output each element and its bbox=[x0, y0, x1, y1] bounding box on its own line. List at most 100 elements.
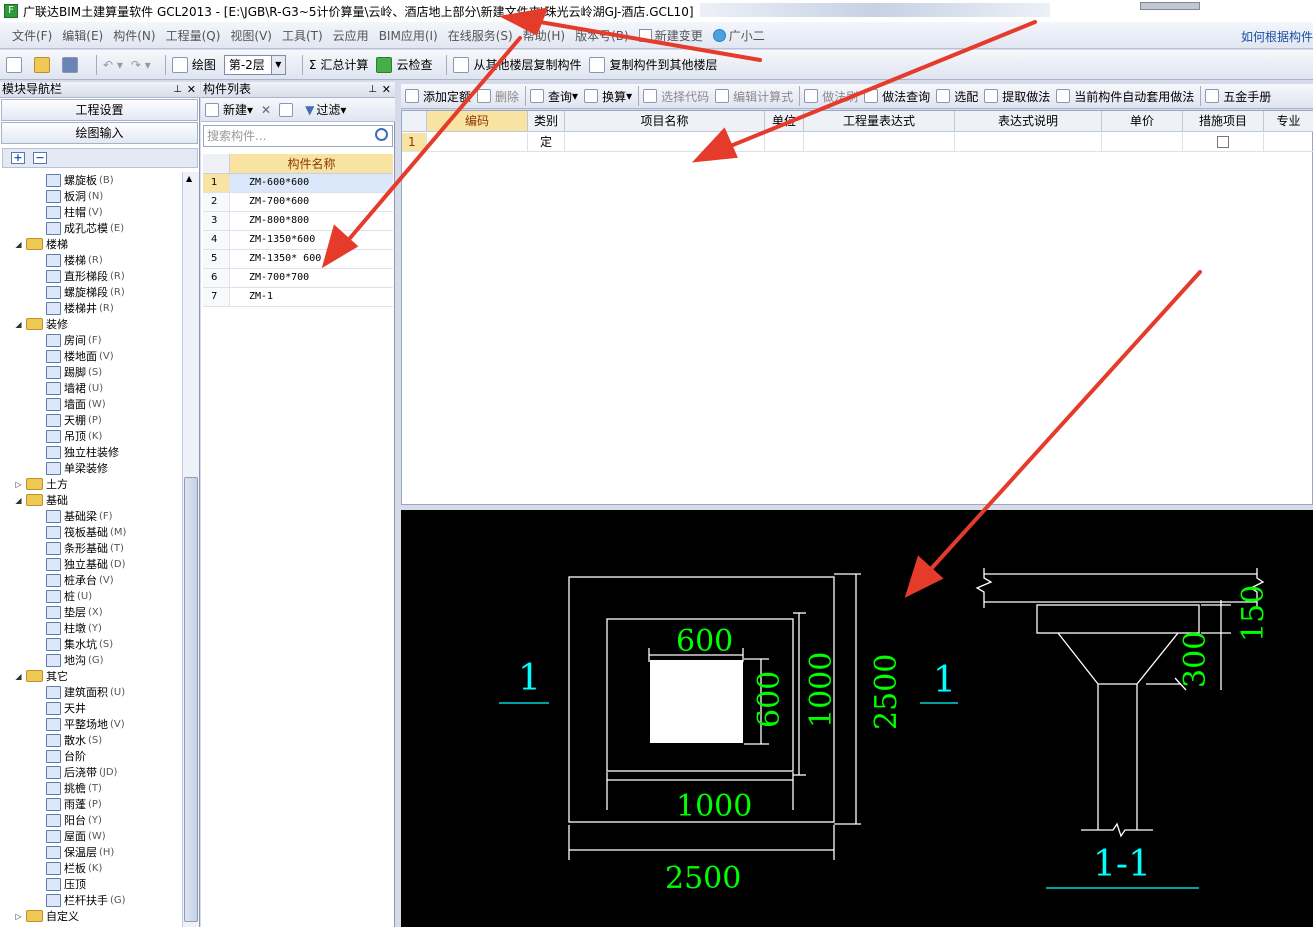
code-cell[interactable] bbox=[427, 133, 528, 151]
quantity-column-header[interactable]: 类别 bbox=[528, 111, 565, 131]
scroll-thumb[interactable] bbox=[184, 477, 198, 922]
method-toolbar-button[interactable]: 当前构件自动套用做法 bbox=[1056, 88, 1194, 105]
tree-item[interactable]: 天井 bbox=[46, 700, 86, 716]
tree-item[interactable]: 楼地面 (V) bbox=[46, 348, 114, 364]
tree-item[interactable]: 雨蓬 (P) bbox=[46, 796, 102, 812]
menu-item[interactable]: 广小二 bbox=[712, 27, 765, 44]
project-settings-button[interactable]: 工程设置 bbox=[1, 99, 198, 121]
tree-item[interactable]: 散水 (S) bbox=[46, 732, 102, 748]
tree-item[interactable]: 压顶 bbox=[46, 876, 86, 892]
expand-arrow-icon[interactable]: ▷ bbox=[14, 480, 23, 489]
tree-item[interactable]: 柱墩 (Y) bbox=[46, 620, 102, 636]
collapse-arrow-icon[interactable]: ◢ bbox=[14, 320, 23, 329]
sum-button[interactable]: Σ 汇总计算 bbox=[309, 56, 369, 73]
tree-item[interactable]: 台阶 bbox=[46, 748, 86, 764]
cloud-check-button[interactable]: 云检查 bbox=[376, 56, 432, 73]
tree-item[interactable]: 筏板基础 (M) bbox=[46, 524, 126, 540]
menu-item[interactable]: 帮助(H) bbox=[523, 27, 565, 44]
tree-item[interactable]: 基础梁 (F) bbox=[46, 508, 113, 524]
menu-item[interactable]: 新建变更 bbox=[638, 27, 703, 44]
component-row[interactable]: 5 ZM-1350* 600 bbox=[203, 250, 393, 269]
quantity-column-header[interactable]: 单位 bbox=[765, 111, 804, 131]
tree-item[interactable]: 栏板 (K) bbox=[46, 860, 102, 876]
copy-component-button[interactable] bbox=[279, 102, 297, 117]
draw-button[interactable]: 绘图 bbox=[171, 56, 216, 73]
quantity-column-header[interactable]: 工程量表达式 bbox=[804, 111, 955, 131]
menu-item[interactable]: 版本号(B) bbox=[575, 27, 629, 44]
tree-item[interactable]: 独立柱装修 bbox=[46, 444, 119, 460]
tree-item[interactable]: 墙面 (W) bbox=[46, 396, 106, 412]
undo-button[interactable]: ↶ ▾ bbox=[103, 58, 123, 72]
expression-cell[interactable] bbox=[804, 133, 955, 151]
method-toolbar-button[interactable]: 五金手册 bbox=[1205, 88, 1271, 105]
tree-item[interactable]: 踢脚 (S) bbox=[46, 364, 102, 380]
delete-component-button[interactable]: ✕ bbox=[261, 103, 271, 117]
quantity-column-header[interactable]: 单价 bbox=[1102, 111, 1183, 131]
tree-scrollbar[interactable]: ▲ bbox=[182, 172, 199, 927]
tree-item[interactable]: 楼梯 (R) bbox=[46, 252, 103, 268]
type-cell[interactable]: 定 bbox=[528, 133, 565, 151]
tree-item[interactable]: 地沟 (G) bbox=[46, 652, 104, 668]
unit-cell[interactable] bbox=[765, 133, 804, 151]
quantity-column-header[interactable]: 编码 bbox=[427, 111, 528, 131]
quantity-table-row[interactable]: 1 定 bbox=[402, 133, 1313, 152]
quantity-column-header[interactable]: 专业 bbox=[1264, 111, 1313, 131]
collapse-arrow-icon[interactable]: ◢ bbox=[14, 240, 23, 249]
method-toolbar-button[interactable]: 编辑计算式 bbox=[715, 88, 793, 105]
component-row[interactable]: 1 ZM-600*600 bbox=[203, 174, 393, 193]
pin-icon[interactable]: ⊥ bbox=[173, 82, 182, 97]
tree-item[interactable]: 板洞 (N) bbox=[46, 188, 103, 204]
method-toolbar-button[interactable]: 换算 ▾ bbox=[584, 88, 632, 105]
item-name-cell[interactable] bbox=[565, 133, 765, 151]
menu-item[interactable]: 工具(T) bbox=[282, 27, 323, 44]
tree-item[interactable]: 栏杆扶手 (G) bbox=[46, 892, 126, 908]
help-link[interactable]: 如何根据构件 bbox=[1241, 28, 1313, 45]
menu-item[interactable]: 云应用 bbox=[333, 27, 369, 44]
tree-item[interactable]: 独立基础 (D) bbox=[46, 556, 126, 572]
menu-item[interactable]: BIM应用(I) bbox=[379, 27, 438, 44]
open-file-button[interactable] bbox=[34, 56, 54, 73]
tree-item[interactable]: 楼梯井 (R) bbox=[46, 300, 114, 316]
window-controls[interactable] bbox=[1140, 2, 1200, 10]
draw-input-button[interactable]: 绘图输入 bbox=[1, 122, 198, 144]
close-icon[interactable]: ✕ bbox=[382, 82, 391, 97]
tree-item[interactable]: 挑檐 (T) bbox=[46, 780, 102, 796]
measure-checkbox[interactable] bbox=[1217, 136, 1229, 148]
tree-item[interactable]: 螺旋板 (B) bbox=[46, 172, 114, 188]
floor-select[interactable]: 第-2层 ▼ bbox=[223, 54, 286, 75]
scroll-up-icon[interactable]: ▲ bbox=[186, 174, 192, 183]
pin-icon[interactable]: ⊥ bbox=[368, 82, 377, 97]
tree-item[interactable]: 屋面 (W) bbox=[46, 828, 106, 844]
tree-group[interactable]: ▷ 自定义 bbox=[14, 908, 79, 924]
expression-desc-cell[interactable] bbox=[955, 133, 1102, 151]
tree-item[interactable]: 直形梯段 (R) bbox=[46, 268, 125, 284]
component-row[interactable]: 2 ZM-700*600 bbox=[203, 193, 393, 212]
tree-group[interactable]: ◢ 基础 bbox=[14, 492, 68, 508]
component-row[interactable]: 6 ZM-700*700 bbox=[203, 269, 393, 288]
copy-from-floor-button[interactable]: 从其他楼层复制构件 bbox=[453, 56, 581, 73]
tree-item[interactable]: 建筑面积 (U) bbox=[46, 684, 125, 700]
save-button[interactable] bbox=[62, 56, 82, 73]
component-row[interactable]: 7 ZM-1 bbox=[203, 288, 393, 307]
tree-item[interactable]: 天棚 (P) bbox=[46, 412, 102, 428]
tree-item[interactable]: 垫层 (X) bbox=[46, 604, 103, 620]
filter-button[interactable]: ▼ 过滤 ▾ bbox=[305, 101, 346, 118]
quantity-column-header[interactable]: 措施项目 bbox=[1183, 111, 1264, 131]
tree-item[interactable]: 后浇带 (JD) bbox=[46, 764, 117, 780]
quantity-column-header[interactable]: 项目名称 bbox=[565, 111, 765, 131]
method-toolbar-button[interactable]: 添加定额 bbox=[405, 88, 471, 105]
profession-cell[interactable] bbox=[1264, 133, 1313, 151]
component-row[interactable]: 3 ZM-800*800 bbox=[203, 212, 393, 231]
tree-item[interactable]: 桩承台 (V) bbox=[46, 572, 114, 588]
tree-group[interactable]: ▷ 土方 bbox=[14, 476, 68, 492]
menu-item[interactable]: 在线服务(S) bbox=[448, 27, 513, 44]
component-row[interactable]: 4 ZM-1350*600 bbox=[203, 231, 393, 250]
expand-arrow-icon[interactable]: ▷ bbox=[14, 912, 23, 921]
tree-item[interactable]: 墙裙 (U) bbox=[46, 380, 103, 396]
new-component-button[interactable]: 新建 ▾ bbox=[205, 101, 253, 118]
quantity-column-header[interactable]: 表达式说明 bbox=[955, 111, 1102, 131]
tree-item[interactable]: 平整场地 (V) bbox=[46, 716, 125, 732]
component-search-input[interactable]: 搜索构件... bbox=[203, 125, 393, 147]
collapse-arrow-icon[interactable]: ◢ bbox=[14, 672, 23, 681]
menu-item[interactable]: 编辑(E) bbox=[62, 27, 103, 44]
